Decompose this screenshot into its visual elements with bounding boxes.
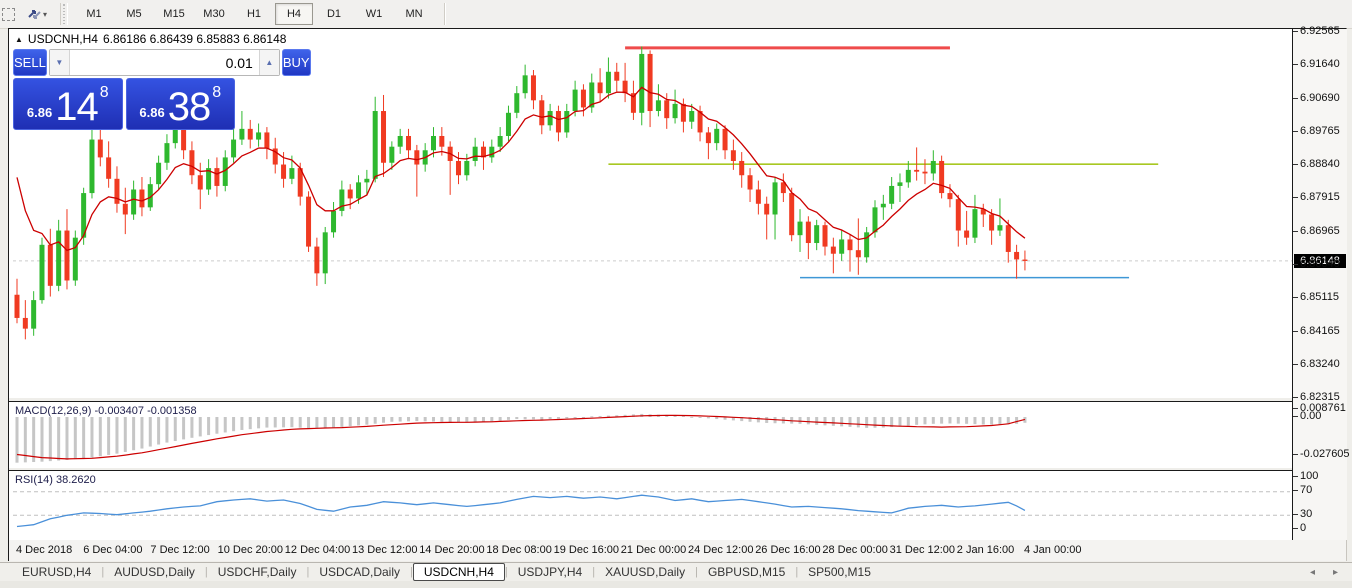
price-axis-label: 6.90690 bbox=[1300, 92, 1340, 104]
rsi-value: 38.2620 bbox=[56, 474, 96, 486]
time-axis-label: 13 Dec 12:00 bbox=[352, 544, 417, 556]
status-strip bbox=[0, 581, 1352, 588]
price-axis-label: 6.89765 bbox=[1300, 125, 1340, 137]
time-axis[interactable]: 4 Dec 2018 6 Dec 04:00 7 Dec 12:00 10 Dec 2… bbox=[9, 540, 1346, 561]
macd-axis-label: -0.027605 bbox=[1300, 448, 1350, 460]
time-axis-label: 14 Dec 20:00 bbox=[419, 544, 484, 556]
rsi-axis-label: 0 bbox=[1300, 522, 1306, 534]
rsi-panel[interactable]: RSI(14) 38.2620 bbox=[9, 470, 1292, 542]
dropdown-caret-icon[interactable]: ▾ bbox=[43, 10, 47, 19]
time-axis-label: 4 Jan 00:00 bbox=[1024, 544, 1082, 556]
price-axis-label: 6.85115 bbox=[1300, 291, 1339, 303]
price-axis-label: 6.82315 bbox=[1300, 391, 1340, 403]
sell-price-main: 14 bbox=[55, 91, 98, 124]
tab-scroll-right-icon[interactable]: ▸ bbox=[1333, 567, 1338, 578]
tile-windows-glyph bbox=[27, 7, 42, 22]
sell-price-box[interactable]: 6.86 14 8 bbox=[13, 78, 123, 130]
one-click-trading-panel: SELL ▼ ▲ BUY 6.86 14 8 6.86 bbox=[13, 49, 235, 130]
sell-button[interactable]: SELL bbox=[13, 49, 47, 76]
collapse-chart-icon[interactable]: ▲ bbox=[15, 35, 23, 44]
chart-symbol-period: USDCNH,H4 bbox=[28, 32, 98, 46]
volume-increase-icon[interactable]: ▲ bbox=[259, 50, 279, 75]
tab-scroll-left-icon[interactable]: ◂ bbox=[1310, 567, 1315, 578]
buy-price-main: 38 bbox=[168, 91, 211, 124]
rsi-chart bbox=[9, 471, 1292, 540]
toolbar-separator bbox=[60, 3, 68, 25]
time-axis-label: 12 Dec 04:00 bbox=[285, 544, 350, 556]
selection-rect-icon[interactable] bbox=[0, 4, 22, 24]
timeframe-d1[interactable]: D1 bbox=[315, 3, 353, 25]
timeframe-m1[interactable]: M1 bbox=[75, 3, 113, 25]
buy-price-pip: 8 bbox=[212, 84, 221, 102]
macd-values: -0.003407 -0.001358 bbox=[94, 405, 196, 417]
macd-label: MACD(12,26,9) -0.003407 -0.001358 bbox=[15, 405, 197, 417]
timeframe-h1[interactable]: H1 bbox=[235, 3, 273, 25]
rsi-line bbox=[17, 495, 1025, 526]
buy-button[interactable]: BUY bbox=[282, 49, 311, 76]
chart-title: ▲ USDCNH,H4 6.86186 6.86439 6.85883 6.86… bbox=[15, 32, 286, 46]
price-axis-label: 6.83240 bbox=[1300, 358, 1340, 370]
price-axis-label: 6.92565 bbox=[1300, 25, 1340, 37]
chart-tab-usdchf[interactable]: USDCHF,Daily bbox=[208, 564, 307, 580]
price-panel[interactable]: ▲ USDCNH,H4 6.86186 6.86439 6.85883 6.86… bbox=[9, 29, 1292, 399]
timeframe-m30[interactable]: M30 bbox=[195, 3, 233, 25]
chart-tab-usdjpy[interactable]: USDJPY,H4 bbox=[508, 564, 592, 580]
price-axis-label: 6.86040 bbox=[1300, 258, 1340, 270]
price-axis-label: 6.87915 bbox=[1300, 191, 1340, 203]
rsi-axis-label: 70 bbox=[1300, 484, 1312, 496]
timeframe-m5[interactable]: M5 bbox=[115, 3, 153, 25]
tab-scroll-arrows: ◂▸ bbox=[1310, 567, 1338, 578]
price-axis-label: 6.88840 bbox=[1300, 158, 1340, 170]
chart-ohlc-values: 6.86186 6.86439 6.85883 6.86148 bbox=[103, 32, 287, 46]
macd-axis-label: 0.00 bbox=[1300, 410, 1321, 422]
time-axis-label: 4 Dec 2018 bbox=[16, 544, 72, 556]
time-axis-label: 6 Dec 04:00 bbox=[83, 544, 142, 556]
time-axis-label: 31 Dec 12:00 bbox=[890, 544, 955, 556]
time-axis-label: 18 Dec 08:00 bbox=[486, 544, 551, 556]
chart-tab-xauusd[interactable]: XAUUSD,Daily bbox=[595, 564, 695, 580]
chart-tab-sp500[interactable]: SP500,M15 bbox=[798, 564, 881, 580]
chart-tab-gbpusd[interactable]: GBPUSD,M15 bbox=[698, 564, 795, 580]
sell-price-prefix: 6.86 bbox=[27, 105, 52, 120]
time-axis-label: 2 Jan 16:00 bbox=[957, 544, 1015, 556]
sell-price-pip: 8 bbox=[100, 84, 109, 102]
time-axis-label: 28 Dec 00:00 bbox=[822, 544, 887, 556]
price-axis-label: 6.86965 bbox=[1300, 225, 1340, 237]
buy-price-prefix: 6.86 bbox=[139, 105, 164, 120]
timeframe-mn[interactable]: MN bbox=[395, 3, 433, 25]
rsi-label: RSI(14) 38.2620 bbox=[15, 474, 96, 486]
time-axis-label: 21 Dec 00:00 bbox=[621, 544, 686, 556]
rsi-axis-label: 100 bbox=[1300, 470, 1318, 482]
time-axis-label: 26 Dec 16:00 bbox=[755, 544, 820, 556]
time-axis-label: 24 Dec 12:00 bbox=[688, 544, 753, 556]
price-axis[interactable]: 6.86148 6.925656.916406.906906.897656.88… bbox=[1292, 29, 1347, 540]
timeframe-h4[interactable]: H4 bbox=[275, 3, 313, 25]
timeframe-buttons: M1M5M15M30H1H4D1W1MN bbox=[74, 3, 434, 25]
time-axis-label: 19 Dec 16:00 bbox=[554, 544, 619, 556]
price-axis-label: 6.84165 bbox=[1300, 325, 1340, 337]
chart-window: ▲ USDCNH,H4 6.86186 6.86439 6.85883 6.86… bbox=[8, 28, 1347, 561]
macd-panel[interactable]: MACD(12,26,9) -0.003407 -0.001358 bbox=[9, 401, 1292, 470]
chart-tab-eurusd[interactable]: EURUSD,H4 bbox=[12, 564, 101, 580]
volume-spinner: ▼ ▲ bbox=[49, 49, 280, 76]
toolbar-separator-2 bbox=[444, 3, 446, 25]
time-axis-label: 10 Dec 20:00 bbox=[218, 544, 283, 556]
macd-chart bbox=[9, 402, 1292, 468]
chart-tab-usdcad[interactable]: USDCAD,Daily bbox=[309, 564, 410, 580]
buy-price-box[interactable]: 6.86 38 8 bbox=[126, 78, 236, 130]
chart-tab-usdcnh[interactable]: USDCNH,H4 bbox=[413, 563, 505, 581]
time-axis-label: 7 Dec 12:00 bbox=[150, 544, 209, 556]
rsi-axis-label: 30 bbox=[1300, 508, 1312, 520]
timeframe-m15[interactable]: M15 bbox=[155, 3, 193, 25]
timeframe-toolbar: ▾ M1M5M15M30H1H4D1W1MN bbox=[0, 0, 1352, 29]
chart-tab-bar: EURUSD,H4|AUDUSD,Daily|USDCHF,Daily|USDC… bbox=[0, 562, 1352, 581]
chart-tab-audusd[interactable]: AUDUSD,Daily bbox=[104, 564, 205, 580]
price-axis-label: 6.91640 bbox=[1300, 58, 1340, 70]
volume-input[interactable] bbox=[70, 50, 259, 75]
mt4-terminal: ▾ M1M5M15M30H1H4D1W1MN ▲ USDCNH,H4 6.861… bbox=[0, 0, 1352, 588]
volume-decrease-icon[interactable]: ▼ bbox=[50, 50, 70, 75]
tile-windows-icon[interactable]: ▾ bbox=[22, 4, 52, 24]
timeframe-w1[interactable]: W1 bbox=[355, 3, 393, 25]
